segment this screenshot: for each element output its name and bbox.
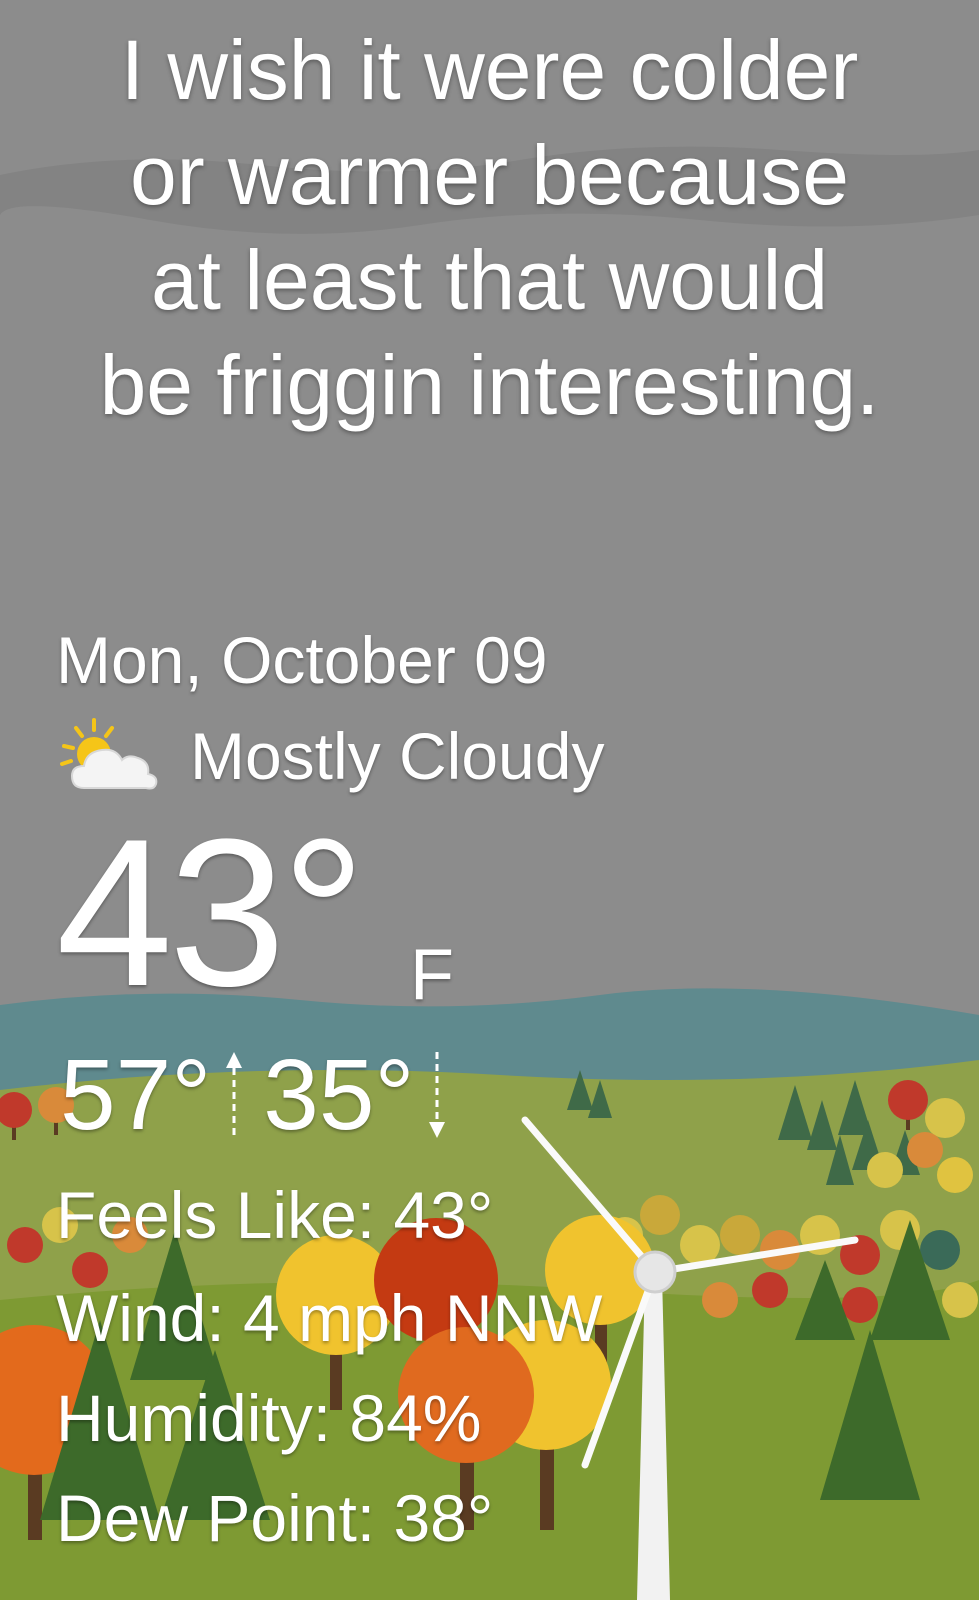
high-temperature: 57° [60, 1039, 212, 1151]
partly-cloudy-icon [60, 718, 158, 790]
humidity-label: Humidity: 84% [56, 1381, 482, 1455]
message-text: I wish it were colder or warmer because … [0, 18, 979, 438]
arrow-down-icon [429, 1052, 446, 1138]
message-line: be friggin interesting. [99, 338, 880, 432]
feels-like-label: Feels Like: 43° [56, 1178, 494, 1252]
message-line: or warmer because [130, 128, 849, 222]
temperature-unit: F [410, 935, 454, 1015]
message-line: at least that would [150, 233, 829, 327]
current-temperature: 43° [56, 795, 366, 1030]
wind-label: Wind: 4 mph NNW [56, 1281, 603, 1355]
high-low-row: 57° 35° [60, 1040, 466, 1150]
condition-row: Mostly Cloudy [56, 716, 604, 796]
low-temperature: 35° [263, 1039, 415, 1151]
arrow-up-icon [226, 1052, 243, 1138]
message-line: I wish it were colder [120, 23, 859, 117]
dew-point-label: Dew Point: 38° [56, 1481, 494, 1555]
condition-label: Mostly Cloudy [190, 719, 605, 793]
date-label: Mon, October 09 [56, 623, 548, 697]
